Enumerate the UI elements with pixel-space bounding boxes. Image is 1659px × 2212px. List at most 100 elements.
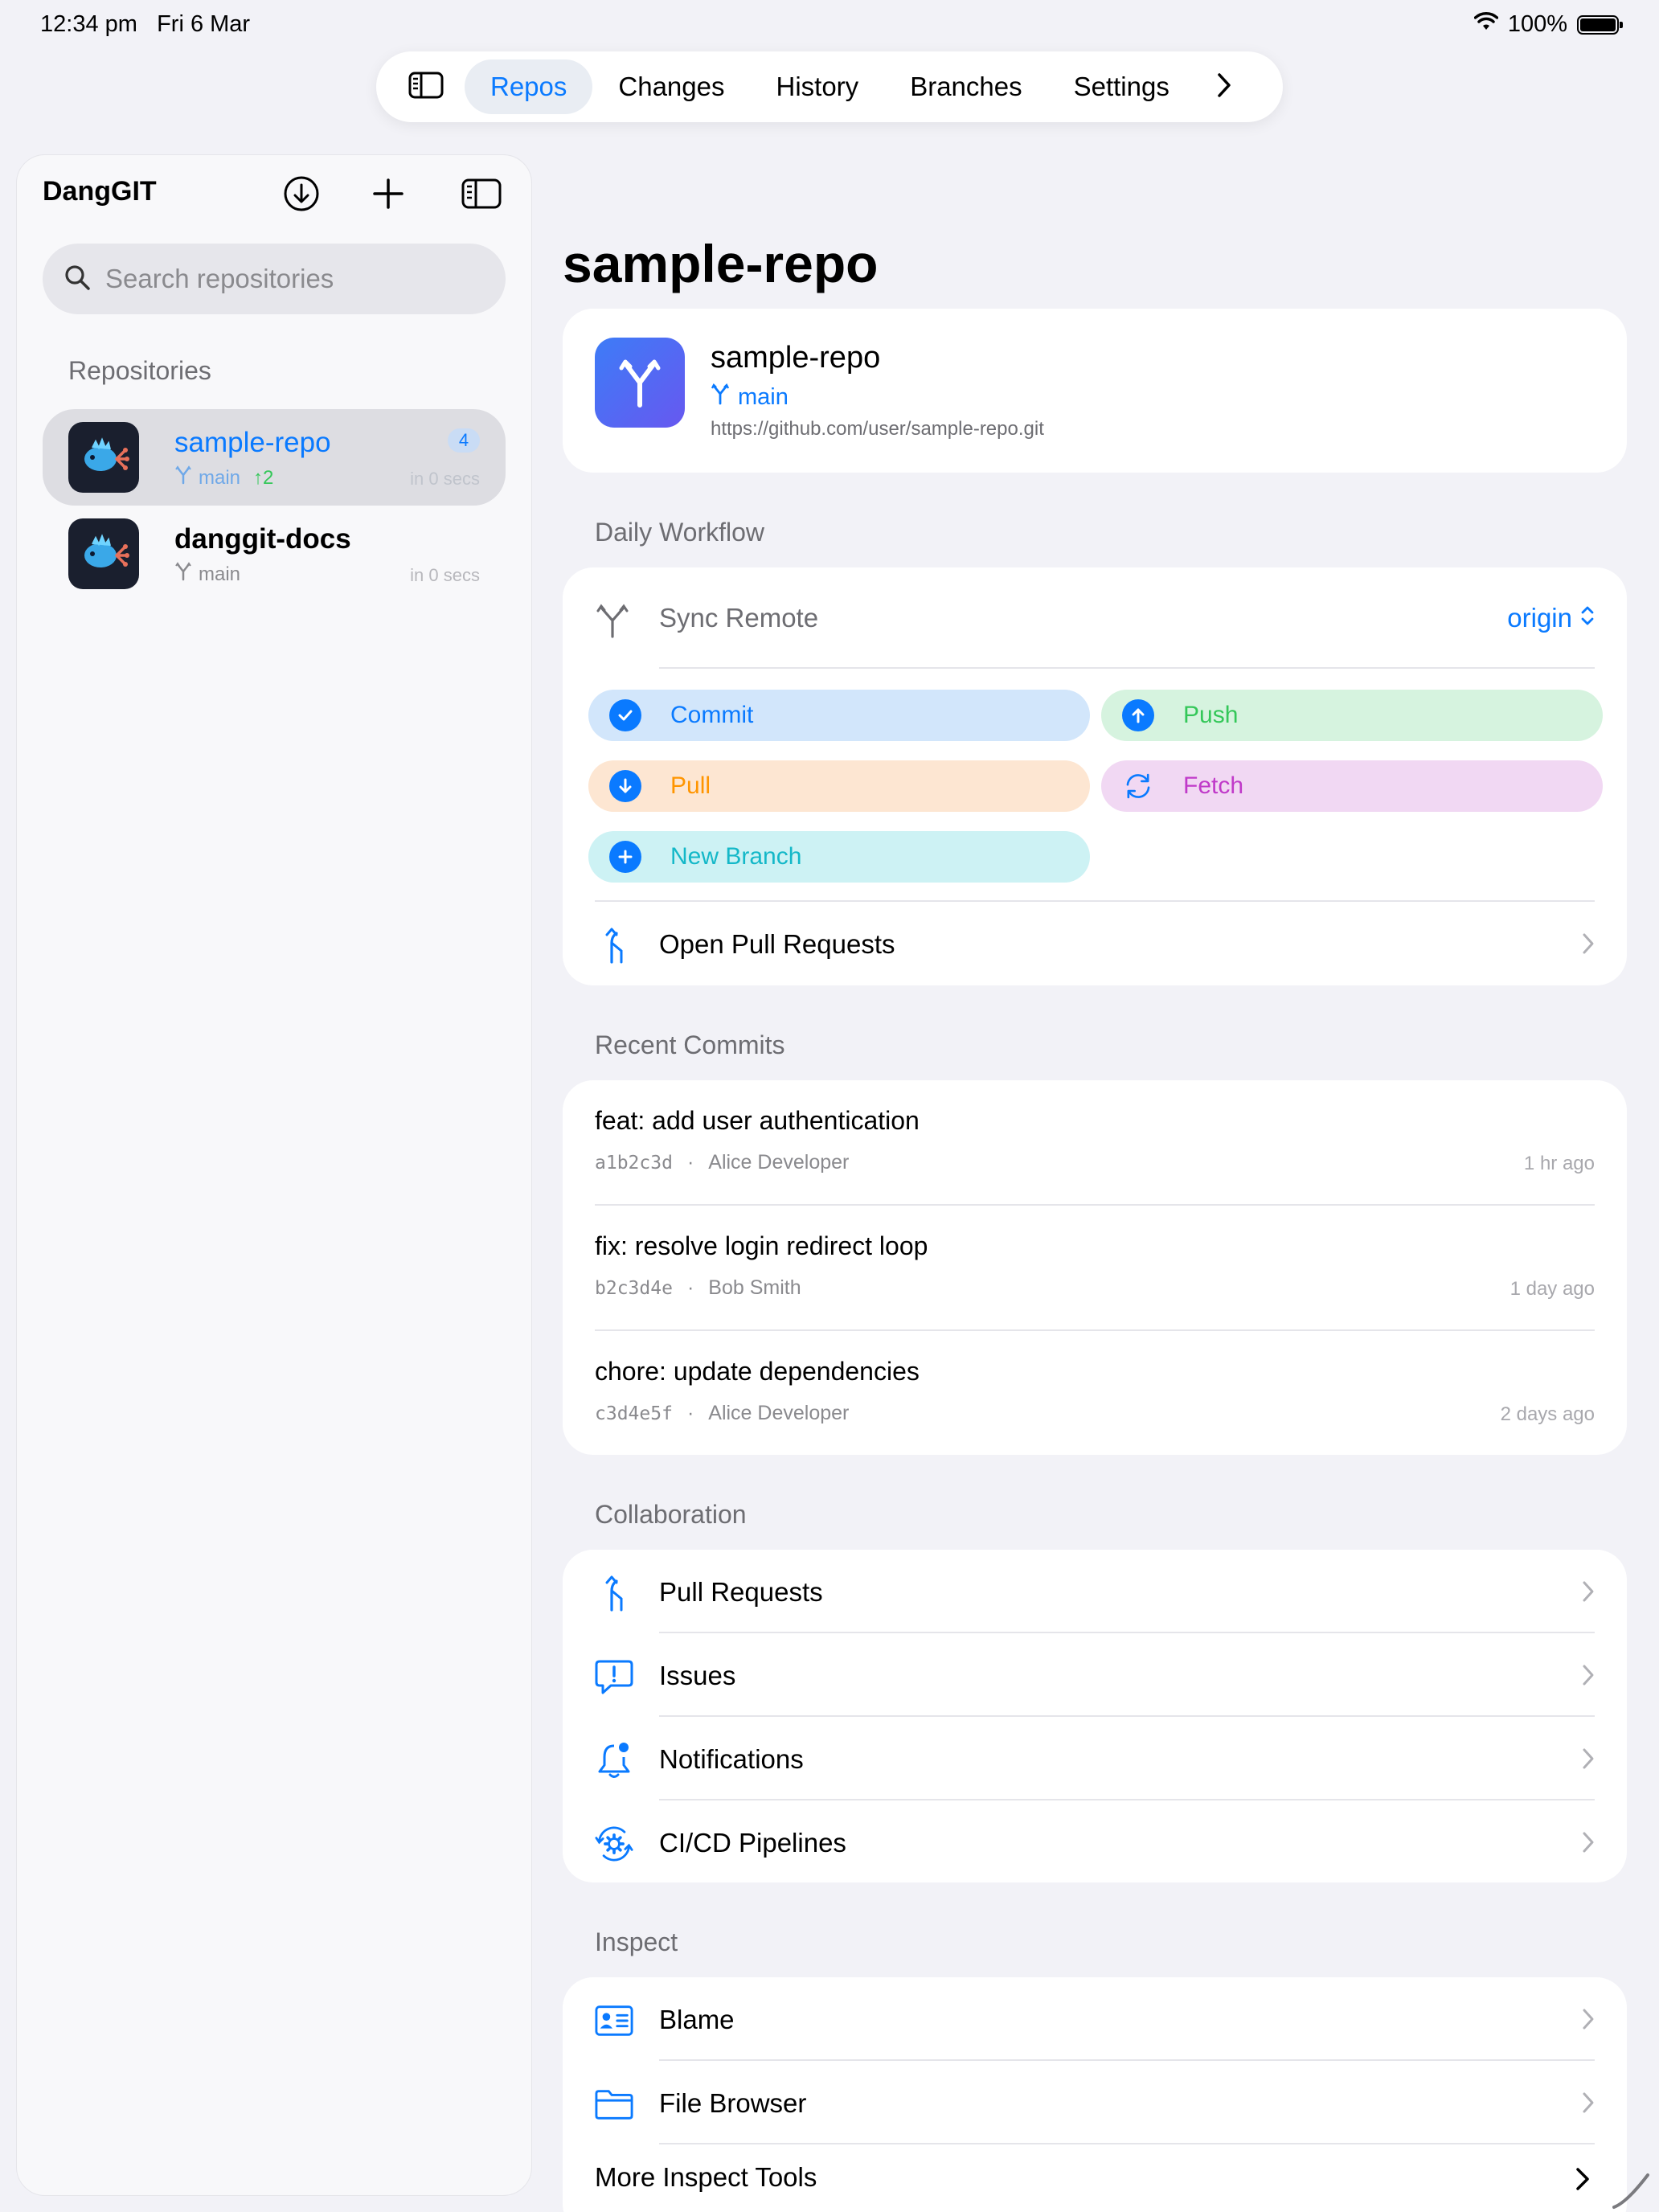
- push-label: Push: [1183, 702, 1239, 728]
- commit-message: feat: add user authentication: [595, 1106, 920, 1135]
- separator-dot: ·: [686, 1276, 694, 1299]
- repo-branch-name: main: [199, 563, 241, 585]
- blame-label: Blame: [659, 2005, 735, 2034]
- page-title: sample-repo: [563, 234, 879, 293]
- daily-workflow-header: Daily Workflow: [595, 518, 764, 547]
- remote-picker[interactable]: origin: [1507, 603, 1595, 633]
- commit-sha: a1b2c3d: [595, 1152, 673, 1174]
- blame-row[interactable]: Blame: [563, 1977, 1627, 2061]
- commit-row[interactable]: feat: add user authentication a1b2c3d · …: [563, 1080, 1627, 1206]
- tab-branches[interactable]: Branches: [884, 59, 1047, 114]
- sidebar-toggle-button[interactable]: [387, 63, 465, 111]
- tab-repos[interactable]: Repos: [465, 59, 593, 114]
- wifi-icon: [1473, 11, 1499, 38]
- commit-meta: a1b2c3d · Alice Developer: [595, 1151, 849, 1174]
- pull-requests-label: Pull Requests: [659, 1577, 823, 1607]
- more-inspect-tools-row[interactable]: More Inspect Tools: [595, 2162, 817, 2193]
- commit-sha: b2c3d4e: [595, 1277, 673, 1299]
- daily-workflow-card: Sync Remote origin Commit Push Pull Fetc…: [563, 567, 1627, 985]
- checkmark-circle-icon: [609, 699, 641, 731]
- sidebar: DangGIT Repositories sample-repo main ↑2: [16, 154, 532, 2196]
- clone-button[interactable]: [276, 170, 327, 221]
- issues-label: Issues: [659, 1661, 736, 1690]
- add-repo-button[interactable]: [363, 170, 414, 221]
- new-branch-button[interactable]: New Branch: [588, 831, 1090, 883]
- chevron-right-icon: [1582, 932, 1595, 959]
- bell-badge-icon: [595, 1741, 633, 1780]
- status-clock: 12:34 pm: [40, 11, 137, 37]
- chevron-right-icon[interactable]: [1575, 2167, 1590, 2195]
- commit-time: 2 days ago: [1500, 1403, 1595, 1425]
- recent-commits-header: Recent Commits: [595, 1030, 785, 1059]
- tab-changes[interactable]: Changes: [592, 59, 750, 114]
- search-icon: [63, 264, 91, 295]
- arrow-up-circle-icon: [1122, 699, 1154, 731]
- separator-dot: ·: [686, 1151, 694, 1174]
- branch-icon: [619, 359, 661, 408]
- repo-branch-logo: [595, 338, 685, 428]
- commit-row[interactable]: chore: update dependencies c3d4e5f · Ali…: [563, 1331, 1627, 1455]
- open-pull-requests-label: Open Pull Requests: [659, 929, 895, 959]
- commit-author: Alice Developer: [708, 1151, 850, 1174]
- separator-dot: ·: [686, 1402, 694, 1424]
- app-title: DangGIT: [43, 176, 157, 207]
- fetch-label: Fetch: [1183, 772, 1244, 799]
- chevron-right-icon: [1582, 1831, 1595, 1858]
- fetch-button[interactable]: Fetch: [1101, 760, 1603, 812]
- plus-icon: [372, 178, 404, 214]
- tab-history[interactable]: History: [751, 59, 885, 114]
- pull-label: Pull: [670, 772, 711, 799]
- ci-cd-pipelines-label: CI/CD Pipelines: [659, 1828, 846, 1858]
- file-browser-row[interactable]: File Browser: [563, 2061, 1627, 2144]
- tab-settings[interactable]: Settings: [1048, 59, 1195, 114]
- collaboration-header: Collaboration: [595, 1500, 747, 1529]
- commit-label: Commit: [670, 702, 754, 728]
- issues-row[interactable]: Issues: [563, 1633, 1627, 1717]
- status-date: Fri 6 Mar: [157, 11, 251, 37]
- search-bar[interactable]: [43, 244, 506, 314]
- repo-info-card: sample-repo main https://github.com/user…: [563, 309, 1627, 473]
- push-button[interactable]: Push: [1101, 690, 1603, 741]
- sync-remote-label: Sync Remote: [659, 603, 819, 633]
- commit-sha: c3d4e5f: [595, 1403, 673, 1424]
- gear-refresh-icon: [595, 1825, 633, 1863]
- branch-icon: [711, 383, 730, 412]
- pull-request-icon: [595, 1574, 633, 1612]
- remote-picker-value: origin: [1507, 603, 1572, 633]
- folder-icon: [595, 2085, 633, 2124]
- pull-button[interactable]: Pull: [588, 760, 1090, 812]
- repo-branch-info: main ↑2: [174, 465, 273, 490]
- arrow-down-circle-icon: [609, 770, 641, 802]
- commit-row[interactable]: fix: resolve login redirect loop b2c3d4e…: [563, 1206, 1627, 1331]
- repo-avatar: [68, 422, 139, 493]
- sidebar-icon: [408, 72, 444, 103]
- person-card-icon: [595, 2001, 633, 2040]
- battery-percent: 100%: [1507, 11, 1567, 37]
- commit-button[interactable]: Commit: [588, 690, 1090, 741]
- repo-row-danggit-docs[interactable]: danggit-docs main in 0 secs: [43, 506, 506, 602]
- fish-logo-icon: [84, 534, 129, 567]
- repo-card-branch[interactable]: main: [711, 383, 789, 412]
- divider: [659, 2143, 1595, 2144]
- ahead-count-value: 2: [263, 466, 274, 489]
- notifications-row[interactable]: Notifications: [563, 1717, 1627, 1800]
- pull-requests-row[interactable]: Pull Requests: [563, 1550, 1627, 1633]
- exclamation-bubble-icon: [595, 1657, 633, 1696]
- recent-commits-card: feat: add user authentication a1b2c3d · …: [563, 1080, 1627, 1455]
- chevron-right-icon: [1216, 72, 1232, 102]
- repo-remote-url: https://github.com/user/sample-repo.git: [711, 418, 1044, 440]
- file-browser-label: File Browser: [659, 2088, 807, 2118]
- pull-request-icon: [595, 926, 633, 965]
- repo-name: sample-repo: [174, 427, 331, 458]
- top-tab-bar: Repos Changes History Branches Settings: [376, 51, 1283, 122]
- search-input[interactable]: [105, 264, 475, 294]
- sidebar-collapse-button[interactable]: [456, 170, 507, 221]
- divider: [659, 667, 1595, 669]
- battery-icon: [1577, 14, 1623, 35]
- notifications-label: Notifications: [659, 1744, 804, 1774]
- more-tabs-button[interactable]: [1200, 63, 1248, 111]
- open-pull-requests-row[interactable]: Open Pull Requests: [563, 902, 1627, 985]
- ci-cd-pipelines-row[interactable]: CI/CD Pipelines: [563, 1800, 1627, 1882]
- repo-sync-time: in 0 secs: [410, 469, 480, 489]
- repo-row-sample-repo[interactable]: sample-repo main ↑2 4 in 0 secs: [43, 409, 506, 506]
